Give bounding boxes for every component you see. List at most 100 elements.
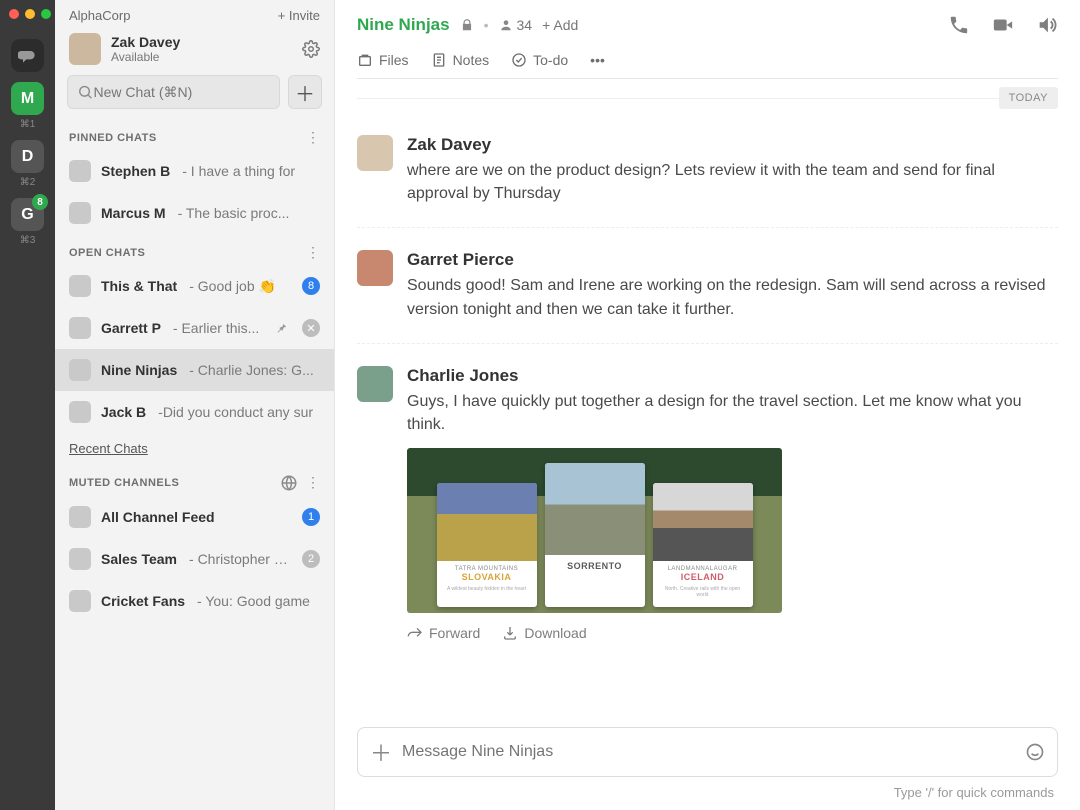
tab-notes[interactable]: Notes — [431, 52, 490, 78]
attach-icon[interactable]: ＋ — [370, 736, 392, 768]
recent-chats-link[interactable]: Recent Chats — [55, 433, 334, 464]
lock-icon — [460, 18, 474, 32]
chat-item-preview: - I have a thing for — [182, 163, 295, 179]
chat-list-item[interactable]: Marcus M - The basic proc... — [55, 192, 334, 234]
workspace-rail: M ⌘1 D ⌘2 G8 ⌘3 — [0, 0, 55, 810]
section-pinned: PINNED CHATS — [69, 132, 157, 144]
download-button[interactable]: Download — [502, 625, 586, 641]
member-count[interactable]: 34 — [499, 17, 533, 33]
message: Charlie Jones Guys, I have quickly put t… — [357, 344, 1058, 663]
chat-item-preview: - Christopher J: d. — [189, 551, 292, 567]
add-member-button[interactable]: + Add — [542, 17, 578, 33]
chat-item-name: Cricket Fans — [101, 593, 185, 609]
call-icon[interactable] — [948, 14, 970, 36]
chat-list-item[interactable]: Nine Ninjas - Charlie Jones: G... — [55, 349, 334, 391]
message-text: Sounds good! Sam and Irene are working o… — [407, 274, 1058, 320]
chat-item-preview: - Good job 👏 — [189, 278, 276, 295]
unread-badge: 2 — [302, 550, 320, 568]
workspace-shortcut: ⌘2 — [20, 177, 36, 188]
avatar — [69, 317, 91, 339]
avatar[interactable] — [357, 135, 393, 171]
chat-list-item[interactable]: Jack B -Did you conduct any sur — [55, 391, 334, 433]
section-menu-icon[interactable]: ⋮ — [306, 244, 320, 261]
chat-list-item[interactable]: Garrett P - Earlier this... ✕ — [55, 307, 334, 349]
avatar — [69, 275, 91, 297]
message-sender[interactable]: Charlie Jones — [407, 366, 1058, 386]
avatar — [69, 548, 91, 570]
chat-list-item[interactable]: All Channel Feed 1 — [55, 496, 334, 538]
forward-button[interactable]: Forward — [407, 625, 480, 641]
avatar — [69, 506, 91, 528]
section-muted: MUTED CHANNELS — [69, 477, 179, 489]
globe-icon[interactable] — [280, 474, 298, 492]
workspace-switch-g[interactable]: G8 — [11, 198, 44, 231]
workspace-name[interactable]: AlphaCorp — [69, 8, 130, 23]
search-input-wrap[interactable] — [67, 75, 280, 109]
workspace-shortcut: ⌘3 — [20, 235, 36, 246]
volume-icon[interactable] — [1036, 14, 1058, 36]
workspace-switch-m[interactable]: M — [11, 82, 44, 115]
chat-list-item[interactable]: Cricket Fans - You: Good game — [55, 580, 334, 622]
tab-todo[interactable]: To-do — [511, 52, 568, 78]
workspace-shortcut: ⌘1 — [20, 119, 36, 130]
message: Zak Davey where are we on the product de… — [357, 113, 1058, 228]
window-controls[interactable] — [9, 9, 51, 19]
chat-item-name: Sales Team — [101, 551, 177, 567]
workspace-badge: 8 — [32, 194, 48, 210]
message-text: where are we on the product design? Lets… — [407, 159, 1058, 205]
profile-status[interactable]: Available — [111, 50, 180, 64]
unread-badge: 8 — [302, 277, 320, 295]
section-menu-icon[interactable]: ⋮ — [306, 129, 320, 146]
attachment-preview[interactable]: TATRA MOUNTAINSSLOVAKIAA wildest beauty … — [407, 448, 782, 613]
chat-item-name: This & That — [101, 278, 177, 294]
chat-item-name: Marcus M — [101, 205, 166, 221]
search-icon — [77, 83, 93, 101]
workspace-switch-d[interactable]: D — [11, 140, 44, 173]
profile-name: Zak Davey — [111, 34, 180, 50]
avatar — [69, 160, 91, 182]
settings-icon[interactable] — [302, 40, 320, 58]
invite-button[interactable]: + Invite — [278, 8, 320, 23]
main-pane: Nine Ninjas • 34 + Add Files Notes To-do — [335, 0, 1080, 810]
composer-hint: Type '/' for quick commands — [335, 785, 1080, 810]
chat-list-item[interactable]: Sales Team - Christopher J: d. 2 — [55, 538, 334, 580]
tab-files[interactable]: Files — [357, 52, 409, 78]
avatar[interactable] — [357, 366, 393, 402]
emoji-icon[interactable] — [1025, 742, 1045, 762]
avatar[interactable] — [357, 250, 393, 286]
app-logo[interactable] — [11, 39, 44, 72]
unread-badge: 1 — [302, 508, 320, 526]
search-input[interactable] — [93, 84, 270, 100]
sidebar: AlphaCorp + Invite Zak Davey Available ＋… — [55, 0, 335, 810]
channel-title[interactable]: Nine Ninjas — [357, 15, 450, 35]
chat-item-preview: -Did you conduct any sur — [158, 404, 313, 420]
chat-item-name: Stephen B — [101, 163, 170, 179]
message-input[interactable] — [402, 743, 1015, 761]
avatar — [69, 401, 91, 423]
chat-item-preview: - Earlier this... — [173, 320, 259, 336]
message-text: Guys, I have quickly put together a desi… — [407, 390, 1058, 436]
message-sender[interactable]: Zak Davey — [407, 135, 1058, 155]
chat-list-item[interactable]: Stephen B - I have a thing for — [55, 150, 334, 192]
chat-item-name: Garrett P — [101, 320, 161, 336]
message-composer[interactable]: ＋ — [357, 727, 1058, 777]
section-open: OPEN CHATS — [69, 247, 145, 259]
chat-item-name: Jack B — [101, 404, 146, 420]
chat-item-name: All Channel Feed — [101, 509, 215, 525]
avatar[interactable] — [69, 33, 101, 65]
chat-item-preview: - You: Good game — [197, 593, 310, 609]
close-icon[interactable]: ✕ — [302, 319, 320, 337]
video-icon[interactable] — [992, 14, 1014, 36]
section-menu-icon[interactable]: ⋮ — [306, 474, 320, 492]
avatar — [69, 590, 91, 612]
chat-item-preview: - Charlie Jones: G... — [189, 362, 314, 378]
new-chat-button[interactable]: ＋ — [288, 75, 322, 109]
pin-icon[interactable] — [274, 321, 288, 335]
message: Garret Pierce Sounds good! Sam and Irene… — [357, 228, 1058, 343]
message-sender[interactable]: Garret Pierce — [407, 250, 1058, 270]
chat-list-item[interactable]: This & That - Good job 👏 8 — [55, 265, 334, 307]
chat-item-preview: - The basic proc... — [178, 205, 290, 221]
avatar — [69, 202, 91, 224]
day-divider: TODAY — [999, 87, 1058, 109]
tab-more-icon[interactable]: ••• — [590, 52, 605, 78]
